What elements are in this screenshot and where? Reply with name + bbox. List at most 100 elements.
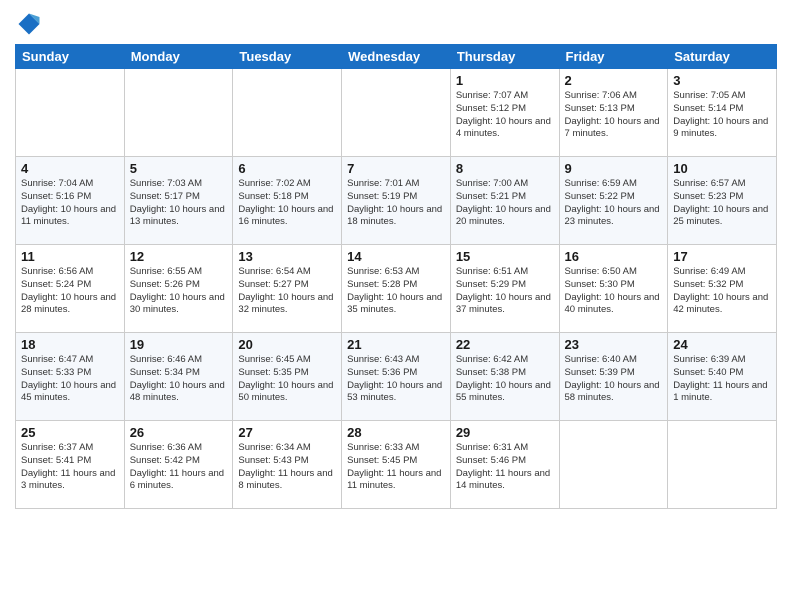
day-number: 5	[130, 161, 228, 176]
col-header-friday: Friday	[559, 45, 668, 69]
day-cell: 6 Sunrise: 7:02 AM Sunset: 5:18 PM Daylig…	[233, 157, 342, 245]
day-info: Sunrise: 7:07 AM Sunset: 5:12 PM Dayligh…	[456, 90, 554, 141]
day-cell: 4 Sunrise: 7:04 AM Sunset: 5:16 PM Daylig…	[16, 157, 125, 245]
day-cell	[124, 69, 233, 157]
day-cell: 23 Sunrise: 6:40 AM Sunset: 5:39 PM Dayli…	[559, 333, 668, 421]
day-info: Sunrise: 6:53 AM Sunset: 5:28 PM Dayligh…	[347, 266, 445, 317]
day-number: 20	[238, 337, 336, 352]
day-number: 23	[565, 337, 663, 352]
day-info: Sunrise: 6:57 AM Sunset: 5:23 PM Dayligh…	[673, 178, 771, 229]
day-info: Sunrise: 6:43 AM Sunset: 5:36 PM Dayligh…	[347, 354, 445, 405]
day-number: 14	[347, 249, 445, 264]
day-number: 1	[456, 73, 554, 88]
week-row-2: 4 Sunrise: 7:04 AM Sunset: 5:16 PM Daylig…	[16, 157, 777, 245]
logo-icon	[15, 10, 43, 38]
day-number: 9	[565, 161, 663, 176]
page: SundayMondayTuesdayWednesdayThursdayFrid…	[0, 0, 792, 612]
day-number: 26	[130, 425, 228, 440]
day-number: 21	[347, 337, 445, 352]
day-info: Sunrise: 6:54 AM Sunset: 5:27 PM Dayligh…	[238, 266, 336, 317]
day-cell: 18 Sunrise: 6:47 AM Sunset: 5:33 PM Dayli…	[16, 333, 125, 421]
day-cell: 15 Sunrise: 6:51 AM Sunset: 5:29 PM Dayli…	[450, 245, 559, 333]
day-cell: 9 Sunrise: 6:59 AM Sunset: 5:22 PM Daylig…	[559, 157, 668, 245]
col-header-wednesday: Wednesday	[342, 45, 451, 69]
day-cell: 29 Sunrise: 6:31 AM Sunset: 5:46 PM Dayli…	[450, 421, 559, 509]
day-cell: 12 Sunrise: 6:55 AM Sunset: 5:26 PM Dayli…	[124, 245, 233, 333]
day-info: Sunrise: 7:02 AM Sunset: 5:18 PM Dayligh…	[238, 178, 336, 229]
day-number: 18	[21, 337, 119, 352]
day-number: 4	[21, 161, 119, 176]
day-number: 12	[130, 249, 228, 264]
col-header-saturday: Saturday	[668, 45, 777, 69]
calendar-table: SundayMondayTuesdayWednesdayThursdayFrid…	[15, 44, 777, 509]
day-cell	[559, 421, 668, 509]
day-cell: 17 Sunrise: 6:49 AM Sunset: 5:32 PM Dayli…	[668, 245, 777, 333]
day-info: Sunrise: 7:06 AM Sunset: 5:13 PM Dayligh…	[565, 90, 663, 141]
day-number: 7	[347, 161, 445, 176]
day-header-row: SundayMondayTuesdayWednesdayThursdayFrid…	[16, 45, 777, 69]
day-info: Sunrise: 6:39 AM Sunset: 5:40 PM Dayligh…	[673, 354, 771, 405]
col-header-tuesday: Tuesday	[233, 45, 342, 69]
week-row-4: 18 Sunrise: 6:47 AM Sunset: 5:33 PM Dayli…	[16, 333, 777, 421]
day-number: 16	[565, 249, 663, 264]
day-cell: 21 Sunrise: 6:43 AM Sunset: 5:36 PM Dayli…	[342, 333, 451, 421]
day-info: Sunrise: 6:31 AM Sunset: 5:46 PM Dayligh…	[456, 442, 554, 493]
day-info: Sunrise: 7:03 AM Sunset: 5:17 PM Dayligh…	[130, 178, 228, 229]
day-info: Sunrise: 6:37 AM Sunset: 5:41 PM Dayligh…	[21, 442, 119, 493]
day-info: Sunrise: 6:59 AM Sunset: 5:22 PM Dayligh…	[565, 178, 663, 229]
day-cell: 25 Sunrise: 6:37 AM Sunset: 5:41 PM Dayli…	[16, 421, 125, 509]
day-info: Sunrise: 6:55 AM Sunset: 5:26 PM Dayligh…	[130, 266, 228, 317]
day-cell	[342, 69, 451, 157]
day-info: Sunrise: 7:04 AM Sunset: 5:16 PM Dayligh…	[21, 178, 119, 229]
day-number: 10	[673, 161, 771, 176]
day-number: 11	[21, 249, 119, 264]
day-info: Sunrise: 6:46 AM Sunset: 5:34 PM Dayligh…	[130, 354, 228, 405]
col-header-thursday: Thursday	[450, 45, 559, 69]
day-cell: 27 Sunrise: 6:34 AM Sunset: 5:43 PM Dayli…	[233, 421, 342, 509]
day-number: 6	[238, 161, 336, 176]
day-cell: 26 Sunrise: 6:36 AM Sunset: 5:42 PM Dayli…	[124, 421, 233, 509]
col-header-monday: Monday	[124, 45, 233, 69]
day-cell: 24 Sunrise: 6:39 AM Sunset: 5:40 PM Dayli…	[668, 333, 777, 421]
day-info: Sunrise: 6:56 AM Sunset: 5:24 PM Dayligh…	[21, 266, 119, 317]
week-row-1: 1 Sunrise: 7:07 AM Sunset: 5:12 PM Daylig…	[16, 69, 777, 157]
day-cell: 5 Sunrise: 7:03 AM Sunset: 5:17 PM Daylig…	[124, 157, 233, 245]
day-number: 15	[456, 249, 554, 264]
day-info: Sunrise: 6:47 AM Sunset: 5:33 PM Dayligh…	[21, 354, 119, 405]
day-info: Sunrise: 6:40 AM Sunset: 5:39 PM Dayligh…	[565, 354, 663, 405]
logo	[15, 10, 45, 38]
day-info: Sunrise: 7:05 AM Sunset: 5:14 PM Dayligh…	[673, 90, 771, 141]
day-info: Sunrise: 6:45 AM Sunset: 5:35 PM Dayligh…	[238, 354, 336, 405]
day-number: 29	[456, 425, 554, 440]
week-row-5: 25 Sunrise: 6:37 AM Sunset: 5:41 PM Dayli…	[16, 421, 777, 509]
day-info: Sunrise: 7:00 AM Sunset: 5:21 PM Dayligh…	[456, 178, 554, 229]
day-cell: 11 Sunrise: 6:56 AM Sunset: 5:24 PM Dayli…	[16, 245, 125, 333]
col-header-sunday: Sunday	[16, 45, 125, 69]
day-info: Sunrise: 6:49 AM Sunset: 5:32 PM Dayligh…	[673, 266, 771, 317]
day-number: 22	[456, 337, 554, 352]
day-cell: 14 Sunrise: 6:53 AM Sunset: 5:28 PM Dayli…	[342, 245, 451, 333]
day-cell: 7 Sunrise: 7:01 AM Sunset: 5:19 PM Daylig…	[342, 157, 451, 245]
day-number: 13	[238, 249, 336, 264]
day-cell	[233, 69, 342, 157]
day-cell: 20 Sunrise: 6:45 AM Sunset: 5:35 PM Dayli…	[233, 333, 342, 421]
day-number: 2	[565, 73, 663, 88]
day-cell: 13 Sunrise: 6:54 AM Sunset: 5:27 PM Dayli…	[233, 245, 342, 333]
day-number: 17	[673, 249, 771, 264]
day-info: Sunrise: 6:36 AM Sunset: 5:42 PM Dayligh…	[130, 442, 228, 493]
day-number: 24	[673, 337, 771, 352]
day-number: 28	[347, 425, 445, 440]
day-cell: 3Sunrise: 7:05 AM Sunset: 5:14 PM Daylig…	[668, 69, 777, 157]
day-number: 27	[238, 425, 336, 440]
header	[15, 10, 777, 38]
day-info: Sunrise: 6:34 AM Sunset: 5:43 PM Dayligh…	[238, 442, 336, 493]
day-cell	[16, 69, 125, 157]
week-row-3: 11 Sunrise: 6:56 AM Sunset: 5:24 PM Dayli…	[16, 245, 777, 333]
day-number: 25	[21, 425, 119, 440]
day-info: Sunrise: 6:42 AM Sunset: 5:38 PM Dayligh…	[456, 354, 554, 405]
day-info: Sunrise: 7:01 AM Sunset: 5:19 PM Dayligh…	[347, 178, 445, 229]
day-number: 19	[130, 337, 228, 352]
day-info: Sunrise: 6:51 AM Sunset: 5:29 PM Dayligh…	[456, 266, 554, 317]
day-info: Sunrise: 6:50 AM Sunset: 5:30 PM Dayligh…	[565, 266, 663, 317]
day-cell: 28Sunrise: 6:33 AM Sunset: 5:45 PM Dayli…	[342, 421, 451, 509]
